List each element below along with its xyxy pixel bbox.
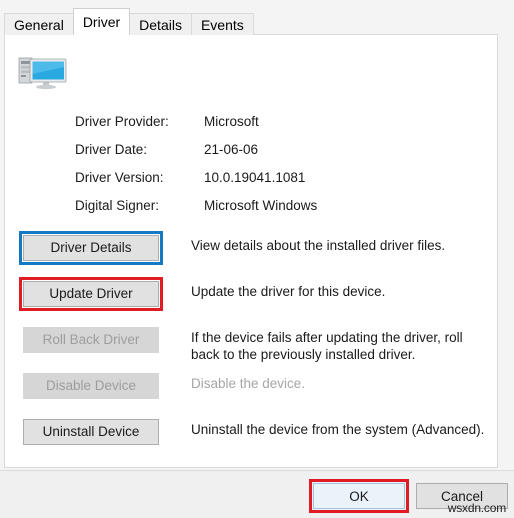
disable-device-button-wrap: Disable Device (19, 369, 163, 403)
uninstall-device-button-wrap: Uninstall Device (19, 415, 163, 449)
uninstall-device-button[interactable]: Uninstall Device (23, 419, 159, 445)
tab-driver[interactable]: Driver (72, 8, 131, 35)
driver-actions: Driver Details View details about the in… (5, 231, 497, 461)
device-properties-dialog: General Driver Details Events Driver Pro… (0, 0, 514, 518)
driver-info-table: Driver Provider: Microsoft Driver Date: … (75, 107, 485, 219)
update-driver-button[interactable]: Update Driver (23, 281, 159, 307)
tab-details[interactable]: Details (129, 13, 192, 35)
info-row-driver-version: Driver Version: 10.0.19041.1081 (75, 163, 485, 191)
driver-version-value: 10.0.19041.1081 (204, 169, 306, 185)
ok-button[interactable]: OK (313, 483, 405, 509)
action-row-driver-details: Driver Details View details about the in… (5, 231, 497, 277)
dialog-footer: OK Cancel wsxdn.com (0, 470, 514, 518)
info-row-driver-date: Driver Date: 21-06-06 (75, 135, 485, 163)
disable-device-button: Disable Device (23, 373, 159, 399)
tab-events[interactable]: Events (190, 13, 254, 35)
driver-details-description: View details about the installed driver … (191, 238, 446, 253)
action-row-uninstall-device: Uninstall Device Uninstall the device fr… (5, 415, 497, 461)
tab-strip: General Driver Details Events (0, 8, 514, 35)
driver-tab-panel: Driver Provider: Microsoft Driver Date: … (4, 34, 498, 468)
watermark: wsxdn.com (447, 501, 506, 515)
disable-device-description: Disable the device. (191, 376, 306, 391)
driver-date-label: Driver Date: (75, 141, 148, 157)
uninstall-device-description: Uninstall the device from the system (Ad… (191, 422, 485, 437)
computer-desktop-icon (17, 53, 69, 93)
info-row-digital-signer: Digital Signer: Microsoft Windows (75, 191, 485, 219)
update-driver-description: Update the driver for this device. (191, 284, 386, 299)
roll-back-driver-description: If the device fails after updating the d… (191, 330, 463, 362)
driver-provider-label: Driver Provider: (75, 113, 169, 129)
ok-annotation-highlight: OK (309, 479, 409, 513)
driver-date-value: 21-06-06 (204, 141, 259, 157)
driver-details-button[interactable]: Driver Details (23, 235, 159, 261)
tab-details-label: Details (139, 17, 182, 33)
driver-version-label: Driver Version: (75, 169, 164, 185)
action-row-disable-device: Disable Device Disable the device. (5, 369, 497, 415)
digital-signer-value: Microsoft Windows (204, 197, 318, 213)
driver-details-focus-highlight: Driver Details (19, 231, 163, 265)
roll-back-driver-button-wrap: Roll Back Driver (19, 323, 163, 357)
tab-general-label: General (14, 17, 64, 33)
action-row-update-driver: Update Driver Update the driver for this… (5, 277, 497, 323)
roll-back-driver-button: Roll Back Driver (23, 327, 159, 353)
action-row-roll-back-driver: Roll Back Driver If the device fails aft… (5, 323, 497, 369)
digital-signer-label: Digital Signer: (75, 197, 160, 213)
info-row-driver-provider: Driver Provider: Microsoft (75, 107, 485, 135)
update-driver-annotation-highlight: Update Driver (19, 277, 163, 311)
tab-events-label: Events (200, 17, 244, 33)
tab-driver-label: Driver (82, 14, 121, 30)
driver-provider-value: Microsoft (204, 113, 259, 129)
tab-general[interactable]: General (4, 13, 74, 35)
